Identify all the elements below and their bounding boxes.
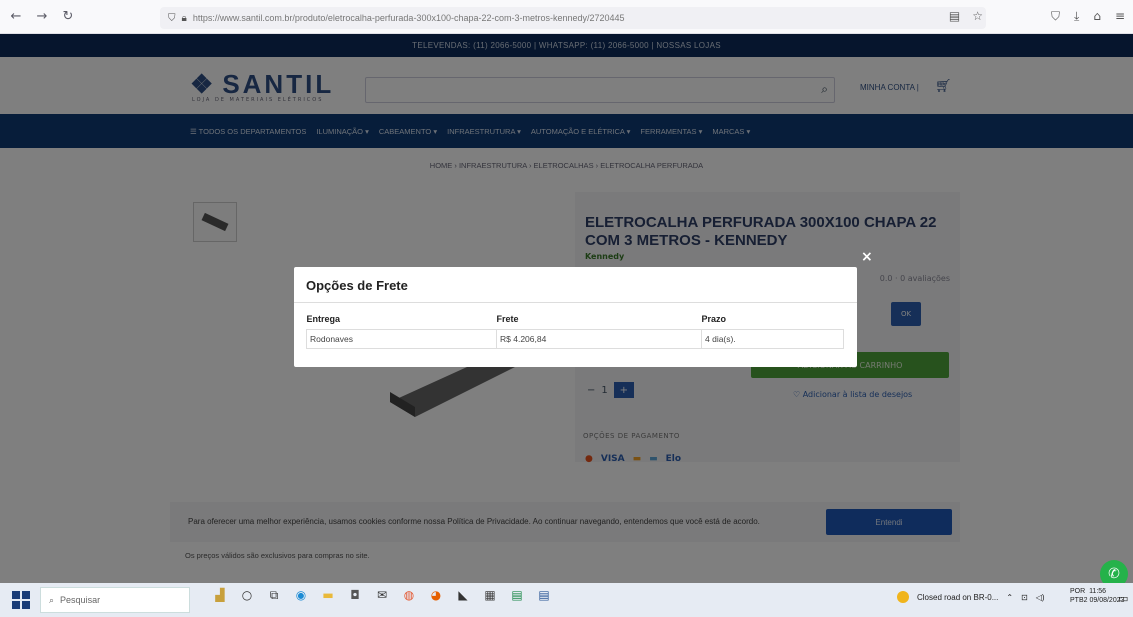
shield-icon: ⛉ [168, 12, 176, 24]
chevron-up-icon[interactable]: ⌃ [1006, 593, 1013, 602]
shipping-options-modal: Opções de Frete Entrega Frete Prazo Rodo… [294, 267, 857, 367]
calculator-icon[interactable]: ▦ [482, 587, 498, 603]
widget-icon[interactable]: ▟ [212, 587, 228, 603]
download-icon[interactable]: ⤓ [1074, 9, 1079, 24]
pocket-icon[interactable]: ⛉ [1051, 9, 1060, 24]
forward-icon[interactable]: → [32, 7, 52, 27]
firefox-icon[interactable]: ◕ [428, 587, 444, 603]
taskbar-search[interactable]: ⌕ Pesquisar [40, 587, 190, 613]
menu-icon[interactable]: ≡ [1115, 9, 1125, 24]
shipping-table: Entrega Frete Prazo Rodonaves R$ 4.206,8… [306, 311, 844, 349]
lock-icon: 🔒︎ [181, 12, 187, 24]
taskbar-apps: ▟ ○ ⧉ ◉ ▬ ◘ ✉ ◍ ◕ ◣ ▦ ▤ ▤ [212, 587, 552, 603]
modal-title: Opções de Frete [306, 278, 408, 293]
network-icon[interactable]: ⊡ [1021, 593, 1028, 602]
url-text: https://www.santil.com.br/produto/eletro… [192, 13, 625, 23]
chrome-icon[interactable]: ◍ [401, 587, 417, 603]
reload-icon[interactable]: ↻ [58, 7, 78, 27]
table-header-row: Entrega Frete Prazo [307, 311, 844, 330]
table-cell: 4 dia(s). [701, 329, 844, 349]
start-button[interactable] [10, 589, 32, 611]
bookmark-star-icon[interactable]: ☆ [972, 9, 983, 23]
clock-language: POR 11:56 [1070, 588, 1107, 595]
extensions-icon[interactable]: ⌂ [1093, 9, 1101, 24]
table-row: Rodonaves R$ 4.206,84 4 dia(s). [306, 329, 844, 349]
traffic-alert-icon [897, 591, 909, 603]
windows-taskbar: ⌕ Pesquisar ▟ ○ ⧉ ◉ ▬ ◘ ✉ ◍ ◕ ◣ ▦ ▤ ▤ Cl… [0, 583, 1133, 617]
address-bar[interactable]: ⛉ 🔒︎ https://www.santil.com.br/produto/e… [160, 7, 986, 29]
column-header: Entrega [306, 314, 341, 324]
table-cell: Rodonaves [306, 329, 497, 349]
app-icon[interactable]: ◣ [455, 587, 471, 603]
column-header: Prazo [701, 314, 727, 324]
clock-date: PTB2 09/08/2023 [1070, 597, 1125, 604]
clock[interactable]: POR 11:56 PTB2 09/08/2023 [1070, 587, 1125, 605]
edge-icon[interactable]: ◉ [293, 587, 309, 603]
search-icon: ⌕ [49, 594, 55, 605]
browser-toolbar-right: ⛉ ⤓ ⌂ ≡ [1051, 9, 1125, 24]
tray-notification-text[interactable]: Closed road on BR-0... [917, 593, 998, 602]
mail-icon[interactable]: ✉ [374, 587, 390, 603]
store-icon[interactable]: ◘ [347, 587, 363, 603]
spreadsheet-icon[interactable]: ▤ [509, 587, 525, 603]
reader-view-icon[interactable]: ▤ [949, 9, 960, 23]
document-icon[interactable]: ▤ [536, 587, 552, 603]
system-tray: Closed road on BR-0... ⌃ ⊡ ◁) [897, 591, 1045, 603]
task-view-icon[interactable]: ⧉ [266, 587, 282, 603]
file-explorer-icon[interactable]: ▬ [320, 587, 336, 603]
taskbar-search-placeholder: Pesquisar [60, 595, 101, 605]
column-header: Frete [496, 314, 519, 324]
modal-divider [294, 302, 857, 303]
cortana-icon[interactable]: ○ [239, 587, 255, 603]
notification-icon[interactable]: ▭ [1118, 592, 1128, 605]
address-actions: ▤ ☆ [949, 9, 983, 23]
close-icon[interactable]: × [861, 249, 873, 265]
back-icon[interactable]: ← [6, 7, 26, 27]
table-cell: R$ 4.206,84 [496, 329, 702, 349]
volume-icon[interactable]: ◁) [1036, 593, 1045, 602]
